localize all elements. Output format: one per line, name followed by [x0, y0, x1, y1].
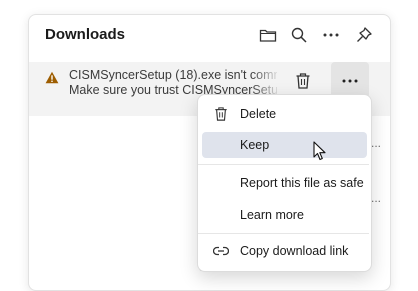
menu-item-learn-more[interactable]: Learn more: [202, 202, 367, 228]
background-ellipsis: ...: [371, 191, 382, 205]
menu-item-delete[interactable]: Delete: [202, 101, 367, 127]
item-more-button[interactable]: [331, 62, 369, 98]
panel-title: Downloads: [45, 26, 126, 43]
trash-icon: [295, 72, 311, 95]
menu-item-label: Learn more: [240, 208, 304, 222]
menu-divider: [198, 233, 369, 234]
mouse-cursor-icon: [313, 141, 327, 166]
more-icon: [341, 71, 359, 89]
menu-item-keep[interactable]: Keep: [202, 132, 367, 158]
folder-icon[interactable]: [256, 23, 280, 47]
search-icon[interactable]: [287, 23, 311, 47]
menu-item-label: Copy download link: [240, 244, 349, 258]
context-menu: Delete Keep Report this file as safe Lea…: [197, 94, 372, 272]
menu-item-copy-link[interactable]: Copy download link: [202, 238, 367, 264]
trash-icon: [211, 106, 231, 122]
more-icon[interactable]: [319, 23, 343, 47]
download-warning-text: CISMSyncerSetup (18).exe isn't commonly …: [69, 68, 277, 82]
background-ellipsis: ...: [371, 136, 382, 150]
link-icon: [211, 246, 231, 256]
menu-item-label: Keep: [240, 138, 270, 152]
menu-item-label: Report this file as safe: [240, 176, 364, 190]
menu-item-label: Delete: [240, 107, 277, 121]
menu-item-report-safe[interactable]: Report this file as safe: [202, 170, 367, 196]
menu-divider: [198, 164, 369, 165]
warning-icon: [45, 71, 59, 89]
pin-icon[interactable]: [352, 23, 376, 47]
